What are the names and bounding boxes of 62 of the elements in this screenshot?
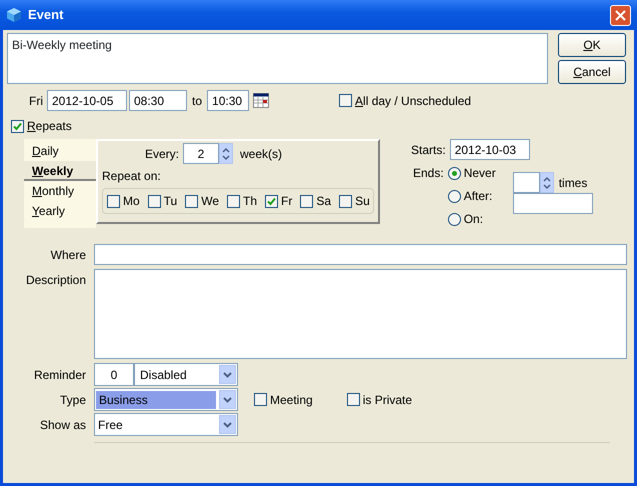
frequency-tab[interactable]: Yearly — [24, 201, 96, 221]
spinner-button[interactable] — [540, 172, 554, 193]
reminder-label: Reminder — [32, 366, 86, 384]
chevron-down-icon — [223, 396, 232, 402]
cube-icon — [6, 7, 22, 23]
end-option-radio[interactable]: Never — [448, 164, 513, 182]
weekday-checkbox[interactable]: Th — [227, 192, 258, 210]
close-button[interactable] — [610, 4, 631, 26]
weekday-checkbox[interactable]: Su — [339, 192, 370, 210]
date-field[interactable]: 2012-10-05 — [47, 90, 127, 111]
reminder-unit-dropdown[interactable]: Disabled — [134, 363, 238, 386]
check-mark-icon — [267, 196, 276, 206]
window-title: Event — [28, 6, 64, 24]
start-date-field[interactable]: 2012-10-03 — [450, 139, 530, 160]
frequency-tab[interactable]: Daily — [24, 141, 96, 161]
interval-field[interactable]: 2 — [183, 143, 220, 164]
end-option-radio[interactable]: On: — [448, 210, 513, 228]
type-label: Type — [58, 392, 86, 408]
every-label: Every: — [145, 146, 180, 162]
dialog-button[interactable]: Cancel — [558, 60, 626, 84]
end-date-field[interactable] — [512, 193, 593, 214]
calendar-icon[interactable] — [253, 93, 270, 108]
end-time-field[interactable]: 10:30 — [207, 90, 250, 111]
reminder-amount-field[interactable]: 0 — [94, 363, 134, 386]
chevron-down-icon — [223, 422, 232, 428]
up-down-arrows-icon — [222, 146, 230, 160]
count-field[interactable] — [512, 172, 540, 193]
description-label: Description — [24, 272, 86, 289]
weekday-checkbox[interactable]: Fr — [265, 192, 292, 210]
type-dropdown[interactable]: Business — [94, 388, 238, 411]
repeat-on-label: Repeat on: — [102, 168, 162, 185]
show-as-dropdown[interactable]: Free — [94, 413, 238, 436]
repeats-checkbox[interactable]: Repeats — [11, 117, 634, 135]
show-as-label: Show as — [38, 416, 86, 434]
day-label: Fri — [29, 92, 43, 110]
spinner-button[interactable] — [219, 143, 234, 164]
ends-label: Ends: — [413, 165, 444, 182]
dialog-button[interactable]: OK — [558, 33, 626, 57]
check-mark-icon — [13, 122, 22, 130]
frequency-tab[interactable]: Weekly — [24, 161, 96, 181]
unit-label: week(s) — [240, 146, 282, 162]
end-option-radio[interactable]: After: — [448, 187, 513, 205]
times-label: times — [558, 174, 588, 192]
chevron-down-icon — [223, 372, 232, 378]
up-down-arrows-icon — [542, 176, 551, 190]
radio-dot-icon — [452, 170, 457, 176]
where-field[interactable] — [94, 244, 627, 265]
weekday-checkbox[interactable]: Sa — [300, 192, 332, 210]
all-day-checkbox[interactable]: All day / Unscheduled — [339, 92, 472, 110]
weekday-checkbox[interactable]: Tu — [148, 192, 178, 210]
flag-checkbox[interactable]: Meeting — [254, 390, 313, 408]
start-time-field[interactable]: 08:30 — [129, 90, 187, 111]
flag-checkbox[interactable]: is Private — [346, 390, 412, 408]
close-icon — [615, 10, 626, 20]
starts-label: Starts: — [411, 142, 446, 158]
weekday-checkbox[interactable]: We — [185, 192, 220, 210]
description-field[interactable] — [94, 269, 627, 359]
subject-field[interactable]: Bi-Weekly meeting — [7, 33, 548, 84]
to-label: to — [192, 92, 202, 110]
where-label: Where — [50, 247, 86, 264]
weekday-checkbox[interactable]: Mo — [107, 192, 140, 210]
frequency-tab[interactable]: Monthly — [24, 181, 96, 201]
